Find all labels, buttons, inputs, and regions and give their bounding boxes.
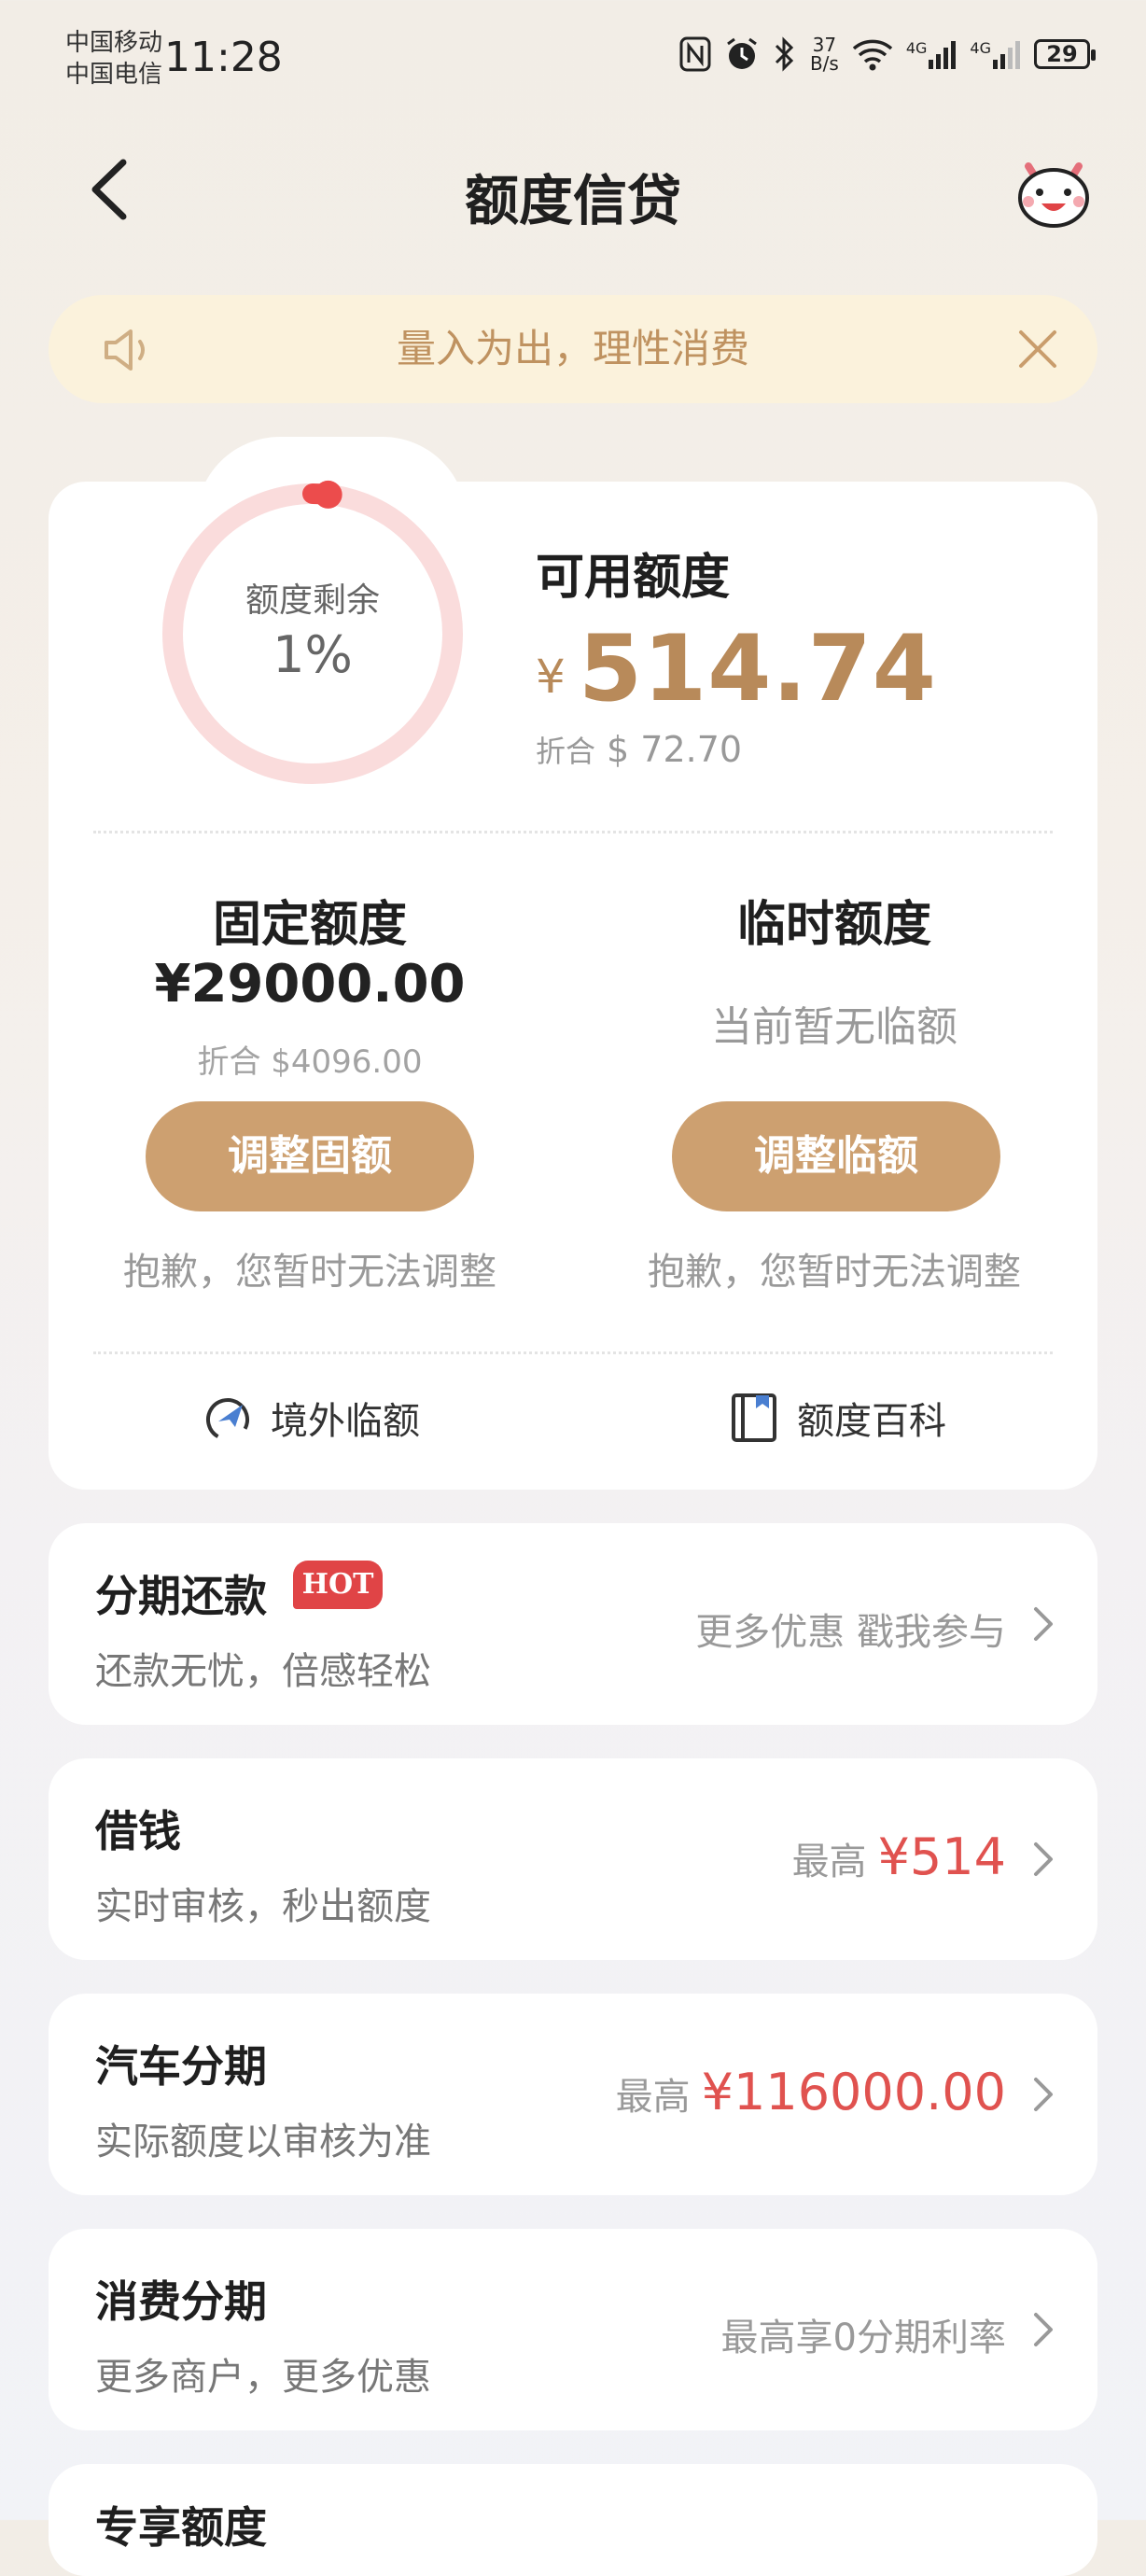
divider xyxy=(93,1351,1053,1354)
conversion-prefix: 折合 xyxy=(536,734,596,769)
currency-symbol: ¥ xyxy=(536,650,566,704)
consumer-installment-promo: 最高享0分期利率 xyxy=(720,2317,1006,2359)
ring-progress-dot xyxy=(314,480,342,509)
credit-encyclopedia-label: 额度百科 xyxy=(797,1400,946,1443)
car-installment-max-amount: ¥116000.00 xyxy=(701,2063,1006,2121)
borrow-subtitle: 实时审核，秒出额度 xyxy=(95,1885,431,1928)
network-speed: 37 B/s xyxy=(810,35,839,73)
battery-level: 29 xyxy=(1046,41,1078,67)
book-icon xyxy=(732,1393,776,1442)
battery-icon: 29 xyxy=(1034,39,1096,69)
available-amount-value: 514.74 xyxy=(578,616,937,722)
consumer-installment-title: 消费分期 xyxy=(95,2276,267,2327)
speaker-icon xyxy=(105,329,145,371)
overseas-limit-link[interactable]: 境外临额 xyxy=(202,1391,420,1445)
page-title: 额度信贷 xyxy=(464,169,681,232)
car-installment-subtitle: 实际额度以审核为准 xyxy=(95,2121,431,2163)
borrow-max: 最高 ¥514 xyxy=(792,1827,1006,1886)
nfc-icon xyxy=(679,36,711,72)
signal-bars-icon xyxy=(993,41,1020,69)
credit-encyclopedia-link[interactable]: 额度百科 xyxy=(728,1391,946,1445)
status-icons: 37 B/s 4G 4G 29 xyxy=(679,35,1096,73)
network-speed-value: 37 xyxy=(812,34,837,56)
car-installment-max: 最高 ¥116000.00 xyxy=(616,2063,1006,2121)
available-amount: ¥514.74 xyxy=(536,616,937,722)
available-conversion: 折合 $ 72.70 xyxy=(536,728,742,771)
carrier-1: 中国移动 xyxy=(65,29,163,57)
ring-label: 额度剩余 xyxy=(245,581,380,620)
temp-adjust-note: 抱歉，您暂时无法调整 xyxy=(648,1251,1021,1294)
notice-text: 量入为出，理性消费 xyxy=(396,326,749,371)
wifi-icon xyxy=(852,39,893,71)
installment-repay-promo: 更多优惠 戳我参与 xyxy=(695,1611,1006,1654)
carrier-2: 中国电信 xyxy=(65,61,163,89)
notice-banner: 量入为出，理性消费 xyxy=(49,295,1097,403)
car-installment-max-label: 最高 xyxy=(615,2076,691,2119)
chevron-right-icon xyxy=(1034,1607,1053,1641)
conversion-value: $ 72.70 xyxy=(607,729,743,770)
bluetooth-icon xyxy=(775,36,794,72)
borrow-max-amount: ¥514 xyxy=(877,1827,1006,1886)
fixed-limit-amount: ¥29000.00 xyxy=(154,954,466,1015)
divider xyxy=(93,831,1053,833)
close-icon[interactable] xyxy=(1015,327,1060,371)
temp-limit-status: 当前暂无临额 xyxy=(711,1003,957,1051)
adjust-temp-button[interactable]: 调整临额 xyxy=(672,1101,1000,1211)
installment-repay-subtitle: 还款无忧，倍感轻松 xyxy=(95,1650,431,1693)
alarm-icon xyxy=(727,37,757,69)
chevron-right-icon xyxy=(1034,2313,1053,2346)
borrow-max-label: 最高 xyxy=(791,1841,867,1883)
ring-percent: 1% xyxy=(273,625,353,684)
adjust-fixed-button[interactable]: 调整固额 xyxy=(146,1101,474,1211)
fixed-adjust-note: 抱歉，您暂时无法调整 xyxy=(123,1251,496,1294)
chevron-right-icon xyxy=(1034,1842,1053,1876)
hot-badge: HOT xyxy=(293,1561,383,1609)
chevron-right-icon xyxy=(1034,2078,1053,2111)
clock: 11:28 xyxy=(164,34,283,81)
status-bar: 中国移动 中国电信 11:28 37 B/s 4G 4G 29 xyxy=(0,0,1146,121)
signal-2: 4G xyxy=(970,39,1021,69)
network-speed-unit: B/s xyxy=(809,52,839,75)
borrow-title: 借钱 xyxy=(95,1806,181,1856)
car-installment-title: 汽车分期 xyxy=(95,2041,267,2092)
fixed-limit-conversion: 折合 $4096.00 xyxy=(197,1043,423,1081)
consumer-installment-subtitle: 更多商户，更多优惠 xyxy=(95,2356,431,2399)
signal-1: 4G xyxy=(906,39,957,69)
signal-bars-icon xyxy=(929,41,957,69)
plane-globe-icon xyxy=(206,1398,249,1441)
installment-repay-title: 分期还款 xyxy=(95,1571,267,1621)
temp-limit-title: 临时额度 xyxy=(736,897,931,953)
mascot-avatar-icon[interactable] xyxy=(1012,155,1096,230)
available-label: 可用额度 xyxy=(536,550,731,606)
fixed-limit-title: 固定额度 xyxy=(212,897,407,953)
exclusive-limit-title: 专享额度 xyxy=(95,2502,267,2553)
network-type-2: 4G xyxy=(970,39,991,57)
network-type-1: 4G xyxy=(905,39,928,57)
overseas-limit-label: 境外临额 xyxy=(271,1400,420,1443)
